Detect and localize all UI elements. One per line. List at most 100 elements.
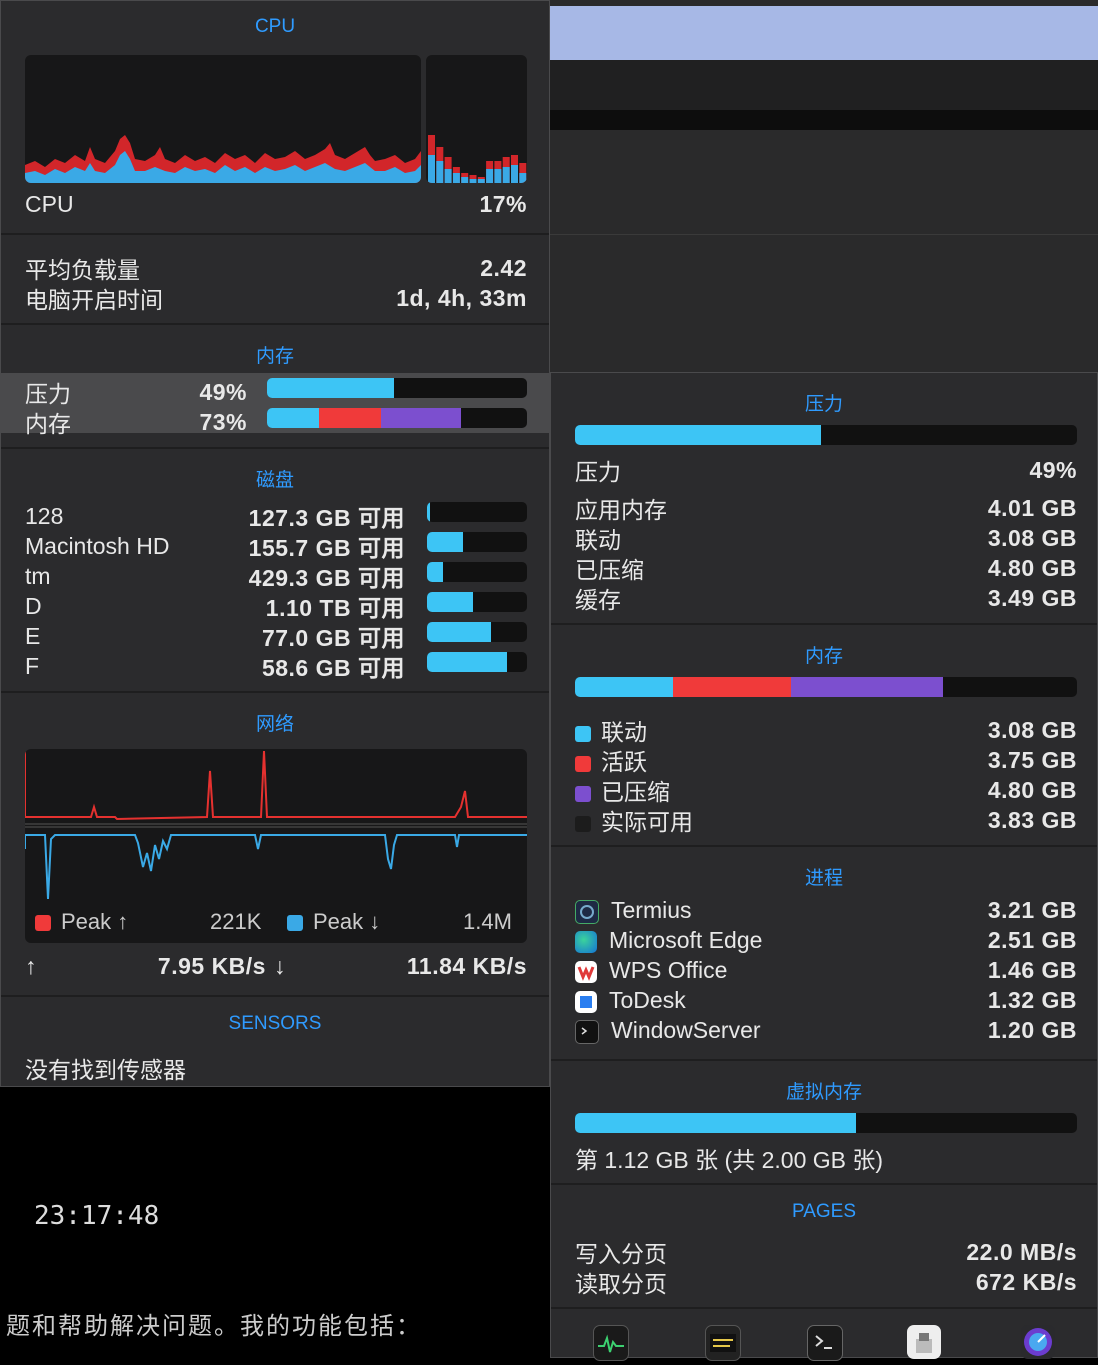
virtual-memory-bar [575, 1113, 1077, 1133]
legend-value: 3.83 GB [987, 806, 1077, 833]
upload-rate: 7.95 KB/s [157, 953, 266, 979]
virtual-memory-row: 第 1.12 GB 张 (共 2.00 GB 张) [575, 1141, 1077, 1175]
process-memory: 1.46 GB [987, 957, 1077, 983]
download-arrow-icon: ↓ [273, 953, 286, 979]
process-memory: 1.20 GB [987, 1017, 1077, 1043]
disk-speed-icon[interactable] [1021, 1325, 1055, 1359]
disk-usage-bar [427, 652, 527, 672]
cpu-history-chart [25, 135, 421, 183]
disk-free: 58.6 GB 可用 [261, 655, 405, 681]
disk-row: E 77.0 GB 可用 [25, 619, 405, 653]
stats-menu-left-panel: CPU CPU 17% 平均负载量 2.42 电脑开启时间 1d, 4h, 33… [0, 0, 550, 1087]
cpu-section-title: CPU [254, 16, 296, 37]
breakdown-label: 缓存 [575, 587, 621, 613]
uptime-value: 1d, 4h, 33m [396, 284, 527, 311]
legend-value: 3.75 GB [987, 746, 1077, 773]
sensors-message: 没有找到传感器 [25, 1057, 186, 1083]
disk-free: 1.10 TB 可用 [265, 595, 405, 621]
disk-usage-bar [427, 502, 527, 522]
divider [1, 447, 549, 449]
upload-arrow-icon: ↑ [25, 953, 37, 979]
process-memory: 1.32 GB [987, 987, 1077, 1013]
cpu-core-bar-user [452, 173, 460, 183]
process-name: Termius [611, 897, 692, 923]
pressure-breakdown-row: 应用内存 4.01 GB [575, 491, 1077, 525]
network-rate-row: ↑ 7.95 KB/s ↓ 11.84 KB/s [25, 953, 527, 980]
process-name: ToDesk [609, 987, 686, 1013]
pressure-section-title: 压力 [804, 394, 843, 415]
legend-color-swatch [575, 815, 591, 832]
terminal-time: 23:17:48 [34, 1201, 160, 1231]
disk-name: E [25, 622, 41, 649]
background-window-band [550, 60, 1098, 110]
system-information-icon[interactable] [907, 1325, 941, 1359]
breakdown-value: 3.49 GB [987, 584, 1077, 611]
page-read-value: 672 KB/s [975, 1268, 1077, 1295]
peak-upload-legend: Peak ↑ [35, 909, 128, 935]
wps-icon [575, 960, 597, 983]
pressure-detail-row: 压力 49% [575, 453, 1077, 487]
background-window-divider [550, 234, 1098, 235]
peak-download-legend: Peak ↓ [287, 909, 380, 935]
cpu-core-bar-user [428, 155, 435, 183]
page-write-row: 写入分页 22.0 MB/s [575, 1235, 1077, 1269]
disk-usage-bar [427, 562, 527, 582]
windowserver-icon [575, 1019, 599, 1044]
virtual-memory-bar-fill [575, 1113, 857, 1133]
process-name: WindowServer [611, 1017, 761, 1043]
memory-legend-row: 已压缩 4.80 GB [575, 773, 1077, 807]
terminal-icon[interactable] [807, 1325, 843, 1361]
memory-value: 73% [199, 408, 247, 435]
process-name: WPS Office [609, 957, 728, 983]
disk-usage-bar-fill [427, 562, 443, 582]
pressure-detail-bar [575, 425, 1077, 445]
memory-detail-bar-wired [575, 677, 673, 697]
divider [1, 323, 549, 325]
disk-section-title: 磁盘 [255, 470, 294, 491]
cpu-cores-graph [426, 55, 527, 183]
background-window-selection [550, 6, 1098, 60]
memory-legend-row: 实际可用 3.83 GB [575, 803, 1077, 837]
terminal-background: 23:17:48 23:17:48 题和帮助解决问题。我的功能包括： [0, 1072, 550, 1358]
pressure-breakdown-row: 已压缩 4.80 GB [575, 551, 1077, 585]
pressure-row: 压力 49% [25, 375, 247, 409]
process-row[interactable]: Termius 3.21 GB [575, 897, 1077, 924]
process-row[interactable]: WindowServer 1.20 GB [575, 1017, 1077, 1044]
activity-monitor-icon[interactable] [593, 1325, 629, 1361]
divider [1, 233, 549, 235]
breakdown-value: 4.80 GB [987, 554, 1077, 581]
process-row[interactable]: ToDesk 1.32 GB [575, 987, 1077, 1014]
load-average-value: 2.42 [480, 254, 527, 281]
pressure-bar [267, 378, 527, 398]
process-name: Microsoft Edge [609, 927, 763, 953]
pressure-label: 压力 [25, 381, 71, 407]
disk-free: 127.3 GB 可用 [248, 505, 405, 531]
memory-label: 内存 [25, 411, 71, 437]
divider [551, 845, 1097, 847]
todesk-icon [575, 990, 597, 1013]
divider [1, 691, 549, 693]
network-section-title: 网络 [255, 714, 294, 735]
disk-usage-bar-fill [427, 652, 507, 672]
cpu-core-bar-user [519, 173, 527, 183]
breakdown-label: 应用内存 [575, 497, 667, 523]
peak-upload-label: Peak ↑ [61, 909, 129, 934]
disk-usage-bar-fill [427, 592, 473, 612]
console-icon[interactable] [705, 1325, 741, 1361]
memory-legend-row: 联动 3.08 GB [575, 713, 1077, 747]
termius-icon [575, 899, 599, 924]
process-row[interactable]: Microsoft Edge 2.51 GB [575, 927, 1077, 954]
divider [551, 1059, 1097, 1061]
cpu-core-bar-user [444, 169, 452, 183]
memory-detail-bar [575, 677, 1077, 697]
peak-download-value: 1.4M [463, 909, 512, 934]
process-row[interactable]: WPS Office 1.46 GB [575, 957, 1077, 984]
disk-usage-bar [427, 532, 527, 552]
memory-detail-bar-active [673, 677, 791, 697]
legend-label: 实际可用 [601, 809, 693, 835]
pages-section-title: PAGES [791, 1201, 857, 1222]
cpu-core-bar-user [436, 161, 444, 183]
disk-row: 128 127.3 GB 可用 [25, 499, 405, 533]
sensors-message-row: 没有找到传感器 [25, 1051, 527, 1085]
cpu-core-bar-user [511, 165, 518, 183]
